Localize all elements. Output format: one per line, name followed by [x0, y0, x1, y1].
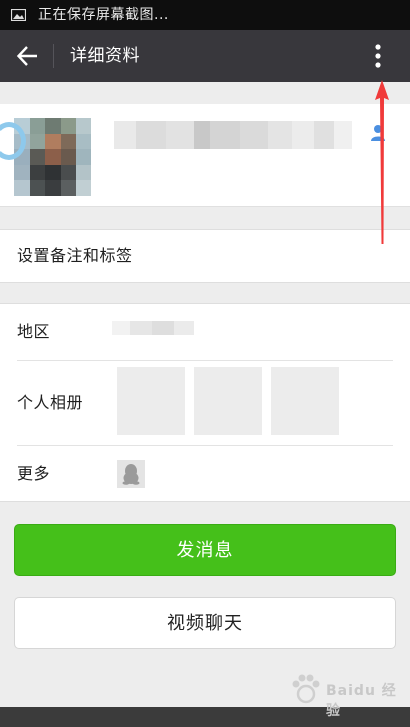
toolbar-divider: [53, 44, 54, 68]
top-toolbar: 详细资料: [0, 30, 410, 82]
album-thumbnail[interactable]: [271, 367, 339, 435]
video-chat-button[interactable]: 视频聊天: [14, 597, 396, 649]
remark-tags-row[interactable]: 设置备注和标签: [0, 229, 410, 283]
avatar[interactable]: [14, 118, 91, 196]
info-section: 地区 个人相册 更多: [0, 303, 410, 502]
send-message-button[interactable]: 发消息: [14, 524, 396, 576]
page-title: 详细资料: [70, 46, 140, 66]
status-text: 正在保存屏幕截图...: [38, 7, 169, 23]
qq-penguin-icon: [117, 460, 145, 488]
status-bar: 正在保存屏幕截图...: [0, 0, 410, 30]
album-label: 个人相册: [17, 393, 84, 412]
back-arrow-icon[interactable]: [15, 43, 41, 69]
row-divider: [17, 445, 393, 446]
album-thumbnail[interactable]: [117, 367, 185, 435]
annotation-arrow: [375, 80, 389, 244]
paw-logo: [292, 674, 320, 704]
profile-card[interactable]: [0, 104, 410, 207]
region-label: 地区: [17, 322, 51, 341]
watermark-text: Baidu 经验: [326, 683, 397, 719]
row-divider: [17, 360, 393, 361]
more-vertical-icon[interactable]: [364, 40, 392, 72]
more-label: 更多: [17, 464, 51, 483]
remark-tags-label: 设置备注和标签: [17, 246, 133, 265]
album-thumbnail[interactable]: [194, 367, 262, 435]
region-value-blurred: [112, 321, 194, 335]
nickname-blurred: [114, 121, 352, 149]
watermark: Baidu 经验: [282, 670, 410, 719]
image-icon: [11, 9, 26, 21]
